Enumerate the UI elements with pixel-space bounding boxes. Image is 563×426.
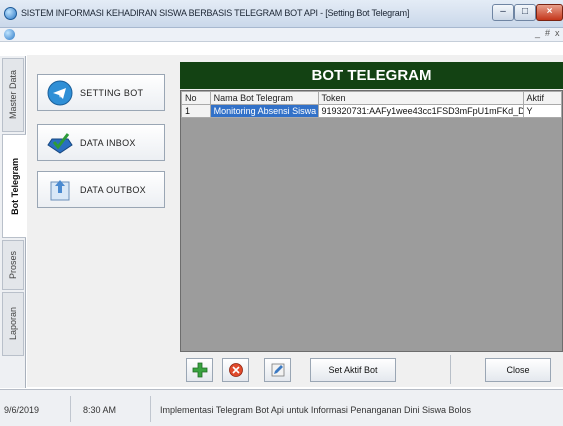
tab-proses[interactable]: Proses [2, 240, 24, 290]
tab-laporan[interactable]: Laporan [2, 292, 24, 356]
add-button[interactable] [186, 358, 213, 382]
outbox-icon [50, 179, 70, 200]
mdi-app-icon[interactable] [4, 29, 15, 40]
delete-icon [228, 363, 243, 377]
app-icon [4, 7, 17, 20]
bot-name-cell[interactable]: Monitoring Absensi Siswa [209, 104, 319, 118]
minimize-button[interactable]: – [492, 4, 514, 21]
column-header-token[interactable]: Token [317, 91, 524, 105]
panel-title: BOT TELEGRAM [180, 62, 563, 89]
tab-master-data[interactable]: Master Data [2, 58, 24, 132]
column-header-active[interactable]: Aktif [522, 91, 563, 105]
data-inbox-button[interactable]: DATA INBOX [37, 124, 165, 161]
status-separator [150, 396, 151, 422]
edit-icon [271, 363, 284, 377]
menu-label: DATA INBOX [80, 137, 136, 148]
inbox-icon [47, 132, 73, 154]
bot-data-grid[interactable]: No Nama Bot Telegram Token Aktif 1 Monit… [180, 90, 563, 352]
delete-button[interactable] [222, 358, 249, 382]
close-window-button[interactable]: × [536, 4, 563, 21]
set-active-bot-button[interactable]: Set Aktif Bot [310, 358, 396, 382]
telegram-icon [47, 80, 73, 105]
tab-label: Proses [8, 250, 18, 279]
column-header-no[interactable]: No [181, 91, 211, 105]
plus-icon [192, 362, 207, 378]
vertical-tab-strip: Master Data Bot Telegram Proses Laporan [0, 56, 26, 388]
mdi-menu-strip: _ # x [0, 28, 563, 42]
status-bar: 9/6/2019 8:30 AM Implementasi Telegram B… [0, 389, 563, 426]
menu-label: SETTING BOT [80, 87, 144, 98]
mdi-restore-button[interactable]: # [545, 28, 550, 38]
mdi-minimize-button[interactable]: _ [535, 28, 540, 38]
status-message: Implementasi Telegram Bot Api untuk Info… [160, 405, 472, 415]
menu-label: DATA OUTBOX [80, 184, 146, 195]
table-row[interactable]: 1 Monitoring Absensi Siswa 919320731:AAF… [181, 104, 563, 118]
status-date: 9/6/2019 [4, 405, 40, 415]
bot-telegram-panel: BOT TELEGRAM No Nama Bot Telegram Token … [178, 55, 563, 387]
tab-label: Master Data [8, 70, 18, 120]
menu-panel: SETTING BOT DATA INBOX DATA OUTBOX [27, 55, 178, 387]
title-bar: SISTEM INFORMASI KEHADIRAN SISWA BERBASI… [0, 0, 563, 28]
close-button[interactable]: Close [485, 358, 551, 382]
data-outbox-button[interactable]: DATA OUTBOX [37, 171, 165, 208]
bot-table: No Nama Bot Telegram Token Aktif 1 Monit… [181, 91, 563, 118]
token-cell[interactable]: 919320731:AAFy1wee43cc1FSD3mFpU1mFKd_De [317, 104, 524, 118]
tab-label: Laporan [8, 307, 18, 341]
setting-bot-button[interactable]: SETTING BOT [37, 74, 165, 111]
window-title: SISTEM INFORMASI KEHADIRAN SISWA BERBASI… [21, 8, 410, 18]
action-toolbar: Set Aktif Bot Close [180, 352, 563, 387]
edit-button[interactable] [264, 358, 291, 382]
table-header-row: No Nama Bot Telegram Token Aktif [181, 91, 563, 105]
tab-bot-telegram[interactable]: Bot Telegram [2, 134, 26, 238]
tab-label: Bot Telegram [9, 157, 20, 215]
maximize-button[interactable]: □ [514, 4, 536, 21]
row-number-cell[interactable]: 1 [181, 104, 211, 118]
status-separator [70, 396, 71, 422]
toolbar-divider [450, 355, 451, 384]
status-time: 8:30 AM [83, 405, 117, 415]
column-header-name[interactable]: Nama Bot Telegram [209, 91, 319, 105]
mdi-close-button[interactable]: x [555, 28, 560, 38]
active-cell[interactable]: Y [522, 104, 563, 118]
